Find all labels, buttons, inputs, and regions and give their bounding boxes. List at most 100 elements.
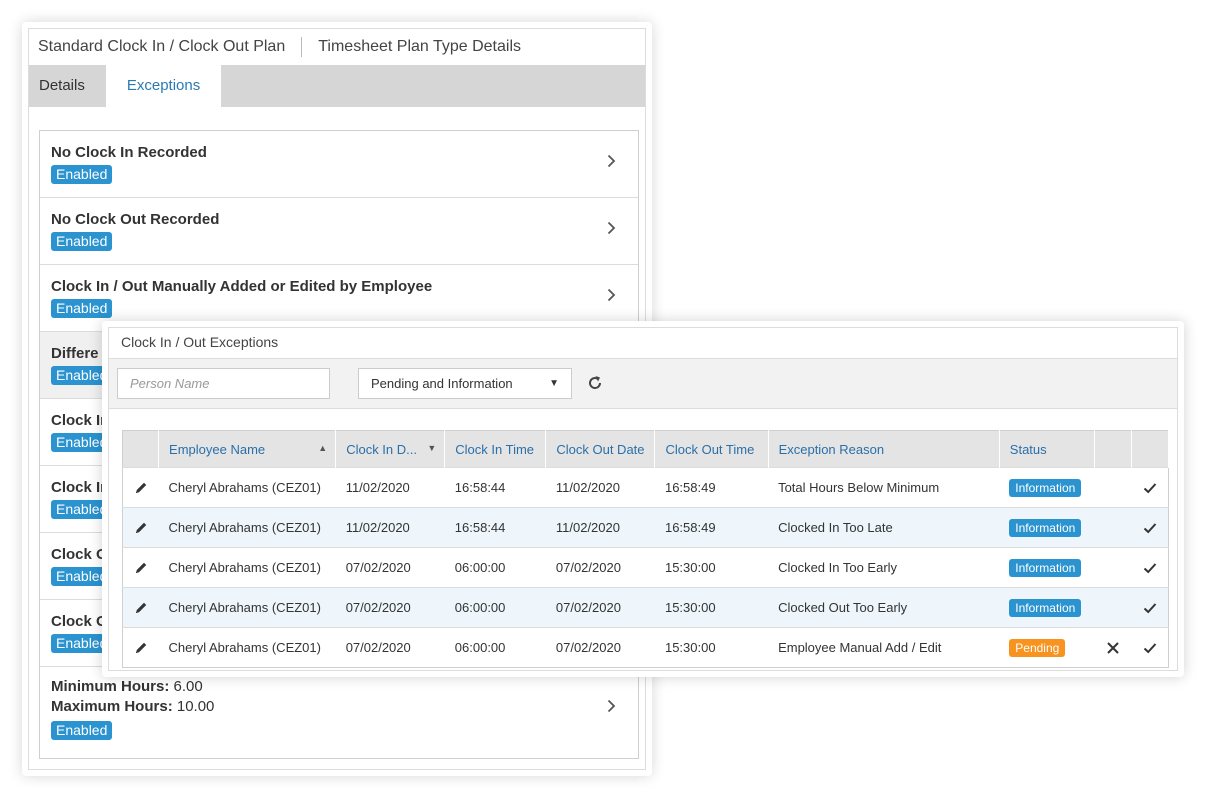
clock-in-time-cell: 16:58:44 xyxy=(444,507,546,548)
table-row: Cheryl Abrahams (CEZ01) 07/02/2020 06:00… xyxy=(122,627,1169,668)
edit-cell[interactable] xyxy=(122,467,159,508)
plan-title: Standard Clock In / Clock Out Plan xyxy=(38,38,286,55)
clock-out-time-cell: 16:58:49 xyxy=(654,507,769,548)
status-badge: Information xyxy=(1009,558,1082,577)
employee-name-cell: Cheryl Abrahams (CEZ01) xyxy=(158,627,336,668)
employee-name-cell: Cheryl Abrahams (CEZ01) xyxy=(158,507,336,548)
enabled-badge: Enabled xyxy=(51,721,113,740)
reject-cell xyxy=(1094,587,1132,628)
clock-in-date-cell: 07/02/2020 xyxy=(335,627,445,668)
maximum-hours-line: Maximum Hours: 10.00 xyxy=(51,697,638,717)
clock-in-time-cell: 06:00:00 xyxy=(444,627,546,668)
checkmark-icon[interactable] xyxy=(1142,640,1158,656)
table-row: Cheryl Abrahams (CEZ01) 07/02/2020 06:00… xyxy=(122,547,1169,588)
approve-cell[interactable] xyxy=(1131,507,1169,548)
close-icon[interactable] xyxy=(1106,641,1120,655)
table-row: Cheryl Abrahams (CEZ01) 07/02/2020 06:00… xyxy=(122,587,1169,628)
pencil-icon[interactable] xyxy=(133,640,149,656)
refresh-icon[interactable] xyxy=(586,374,604,392)
caret-down-icon: ▼ xyxy=(549,378,559,389)
employee-name-cell: Cheryl Abrahams (CEZ01) xyxy=(158,587,336,628)
clock-in-date-cell: 11/02/2020 xyxy=(335,507,445,548)
exception-reason-cell: Clocked In Too Late xyxy=(768,507,1000,548)
header-divider xyxy=(301,37,303,57)
status-cell: Information xyxy=(999,547,1095,588)
reject-cell xyxy=(1094,547,1132,588)
maximum-hours-value: 10.00 xyxy=(176,698,215,715)
minimum-hours-value: 6.00 xyxy=(173,678,203,695)
pencil-icon[interactable] xyxy=(133,600,149,616)
enabled-badge: Enabled xyxy=(51,299,113,318)
pencil-icon[interactable] xyxy=(133,560,149,576)
exception-reason-cell: Clocked Out Too Early xyxy=(768,587,1000,628)
enabled-badge: Enabled xyxy=(51,232,113,251)
clock-out-time-cell: 16:58:49 xyxy=(654,467,769,508)
column-header-clock-in-time[interactable]: Clock In Time xyxy=(444,430,547,468)
employee-name-cell: Cheryl Abrahams (CEZ01) xyxy=(158,467,336,508)
clock-out-date-cell: 11/02/2020 xyxy=(545,507,655,548)
checkmark-icon[interactable] xyxy=(1142,560,1158,576)
reject-cell xyxy=(1094,507,1132,548)
table-header-row: Employee Name ▲ Clock In D... ▼ Clock In T… xyxy=(122,430,1170,468)
edit-cell[interactable] xyxy=(122,507,159,548)
plan-header: Standard Clock In / Clock Out Plan Times… xyxy=(29,29,645,65)
exceptions-table: Employee Name ▲ Clock In D... ▼ Clock In T… xyxy=(122,430,1170,668)
edit-cell[interactable] xyxy=(122,627,159,668)
status-badge: Pending xyxy=(1009,638,1066,657)
enabled-badge: Enabled xyxy=(51,165,113,184)
status-cell: Information xyxy=(999,507,1095,548)
edit-cell[interactable] xyxy=(122,547,159,588)
exceptions-panel: Clock In / Out Exceptions Pending and In… xyxy=(108,327,1178,671)
column-header-clock-out-time[interactable]: Clock Out Time xyxy=(654,430,769,468)
minimum-hours-line: Minimum Hours: 6.00 xyxy=(51,677,638,697)
chevron-right-icon xyxy=(607,699,616,713)
filter-bar: Pending and Information ▼ xyxy=(109,358,1177,409)
approve-cell[interactable] xyxy=(1131,587,1169,628)
status-cell: Information xyxy=(999,467,1095,508)
column-header-clock-in-date[interactable]: Clock In D... ▼ xyxy=(335,430,446,468)
sort-ascending-icon: ▲ xyxy=(318,443,328,453)
person-name-input[interactable] xyxy=(117,368,330,399)
clock-in-date-cell: 07/02/2020 xyxy=(335,587,445,628)
exception-title: No Clock Out Recorded xyxy=(51,211,220,228)
column-header-exception-reason[interactable]: Exception Reason xyxy=(768,430,1000,468)
exception-reason-cell: Total Hours Below Minimum xyxy=(768,467,1000,508)
pencil-icon[interactable] xyxy=(133,520,149,536)
tab-exceptions[interactable]: Exceptions xyxy=(105,65,222,107)
column-header-edit xyxy=(122,430,160,468)
checkmark-icon[interactable] xyxy=(1142,480,1158,496)
column-header-reject xyxy=(1094,430,1132,468)
maximum-hours-label: Maximum Hours: xyxy=(51,698,173,715)
clock-out-date-cell: 07/02/2020 xyxy=(545,587,655,628)
checkmark-icon[interactable] xyxy=(1142,600,1158,616)
column-header-clock-out-date[interactable]: Clock Out Date xyxy=(545,430,656,468)
tab-details[interactable]: Details xyxy=(29,65,106,107)
column-header-approve xyxy=(1131,430,1170,468)
status-filter-select[interactable]: Pending and Information ▼ xyxy=(358,368,572,399)
approve-cell[interactable] xyxy=(1131,547,1169,588)
table-row: Cheryl Abrahams (CEZ01) 11/02/2020 16:58… xyxy=(122,507,1169,548)
exception-title: Clock In / Out Manually Added or Edited … xyxy=(51,278,433,295)
exception-item-no-clock-out[interactable]: No Clock Out Recorded Enabled xyxy=(40,198,638,265)
exception-reason-cell: Clocked In Too Early xyxy=(768,547,1000,588)
clock-out-date-cell: 07/02/2020 xyxy=(545,547,655,588)
column-header-status[interactable]: Status xyxy=(999,430,1095,468)
approve-cell[interactable] xyxy=(1131,467,1169,508)
pencil-icon[interactable] xyxy=(133,480,149,496)
exceptions-card: Clock In / Out Exceptions Pending and In… xyxy=(102,321,1184,677)
clock-in-date-cell: 07/02/2020 xyxy=(335,547,445,588)
edit-cell[interactable] xyxy=(122,587,159,628)
clock-out-date-cell: 07/02/2020 xyxy=(545,627,655,668)
clock-out-time-cell: 15:30:00 xyxy=(654,627,769,668)
status-filter-value: Pending and Information xyxy=(371,376,513,391)
exception-item-hours[interactable]: Minimum Hours: 6.00 Maximum Hours: 10.00… xyxy=(40,667,638,740)
tab-bar: Details Exceptions xyxy=(29,65,645,107)
approve-cell[interactable] xyxy=(1131,627,1169,668)
chevron-right-icon xyxy=(607,221,616,235)
clock-in-date-cell: 11/02/2020 xyxy=(335,467,445,508)
column-header-employee-name[interactable]: Employee Name ▲ xyxy=(158,430,337,468)
checkmark-icon[interactable] xyxy=(1142,520,1158,536)
exception-item-no-clock-in[interactable]: No Clock In Recorded Enabled xyxy=(40,131,638,198)
reject-cell[interactable] xyxy=(1094,627,1132,668)
clock-in-time-cell: 06:00:00 xyxy=(444,547,546,588)
